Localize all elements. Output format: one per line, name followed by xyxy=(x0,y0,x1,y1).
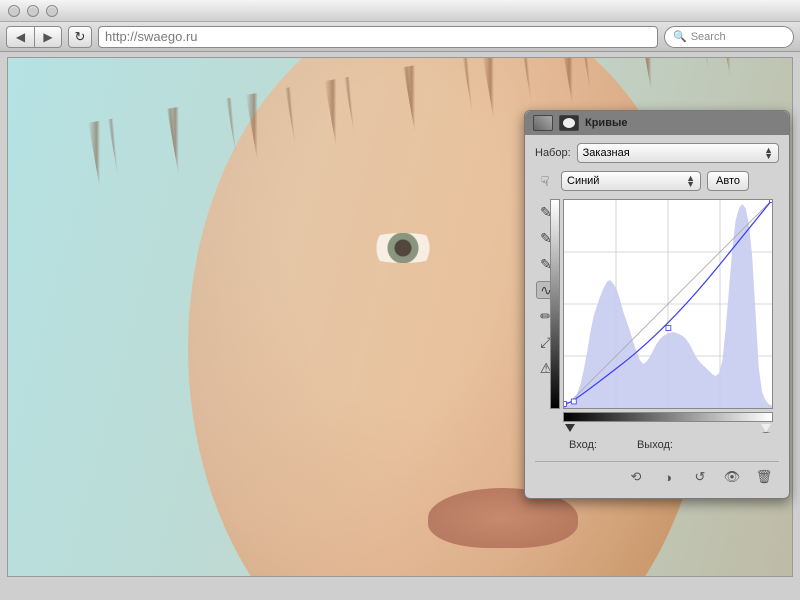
search-input[interactable]: 🔍 Search xyxy=(664,26,794,48)
channel-value: Синий xyxy=(567,175,599,187)
nav-forward[interactable]: ▶ xyxy=(34,26,62,48)
url-input[interactable]: http://swaego.ru xyxy=(98,26,658,48)
adjustment-icon[interactable] xyxy=(533,115,553,131)
window-close[interactable] xyxy=(8,5,20,17)
chevron-updown-icon: ▲▼ xyxy=(686,175,695,187)
window-minimize[interactable] xyxy=(27,5,39,17)
hand-tool-icon[interactable]: ☟ xyxy=(535,172,555,190)
search-placeholder: Search xyxy=(691,31,726,43)
panel-footer-btn-3[interactable]: 👁 xyxy=(721,468,743,486)
curves-panel: Кривые Набор: Заказная ▲▼ ☟ Синий ▲▼ Авт… xyxy=(524,110,790,499)
channel-select[interactable]: Синий ▲▼ xyxy=(561,171,701,191)
input-gradient xyxy=(563,412,773,422)
panel-footer-btn-0[interactable]: ⟲ xyxy=(625,468,647,486)
preset-value: Заказная xyxy=(583,147,630,159)
panel-footer-btn-1[interactable]: ◑ xyxy=(657,468,679,486)
preset-label: Набор: xyxy=(535,147,571,159)
chevron-updown-icon: ▲▼ xyxy=(764,147,773,159)
curves-graph[interactable] xyxy=(563,199,773,409)
reload-button[interactable]: ↻ xyxy=(68,26,92,48)
output-label: Выход: xyxy=(637,439,673,451)
panel-footer-btn-2[interactable]: ↺ xyxy=(689,468,711,486)
input-label: Вход: xyxy=(569,439,597,451)
output-gradient xyxy=(550,199,560,409)
panel-footer-btn-4[interactable]: 🗑 xyxy=(753,468,775,486)
white-point-slider[interactable] xyxy=(761,424,771,433)
url-text: http://swaego.ru xyxy=(105,29,198,44)
preset-select[interactable]: Заказная ▲▼ xyxy=(577,143,779,163)
auto-button[interactable]: Авто xyxy=(707,171,749,191)
black-point-slider[interactable] xyxy=(565,424,575,432)
mask-icon[interactable] xyxy=(559,115,579,131)
nav-back[interactable]: ◀ xyxy=(6,26,34,48)
window-zoom[interactable] xyxy=(46,5,58,17)
search-icon: 🔍 xyxy=(673,30,687,43)
panel-title: Кривые xyxy=(585,117,627,129)
